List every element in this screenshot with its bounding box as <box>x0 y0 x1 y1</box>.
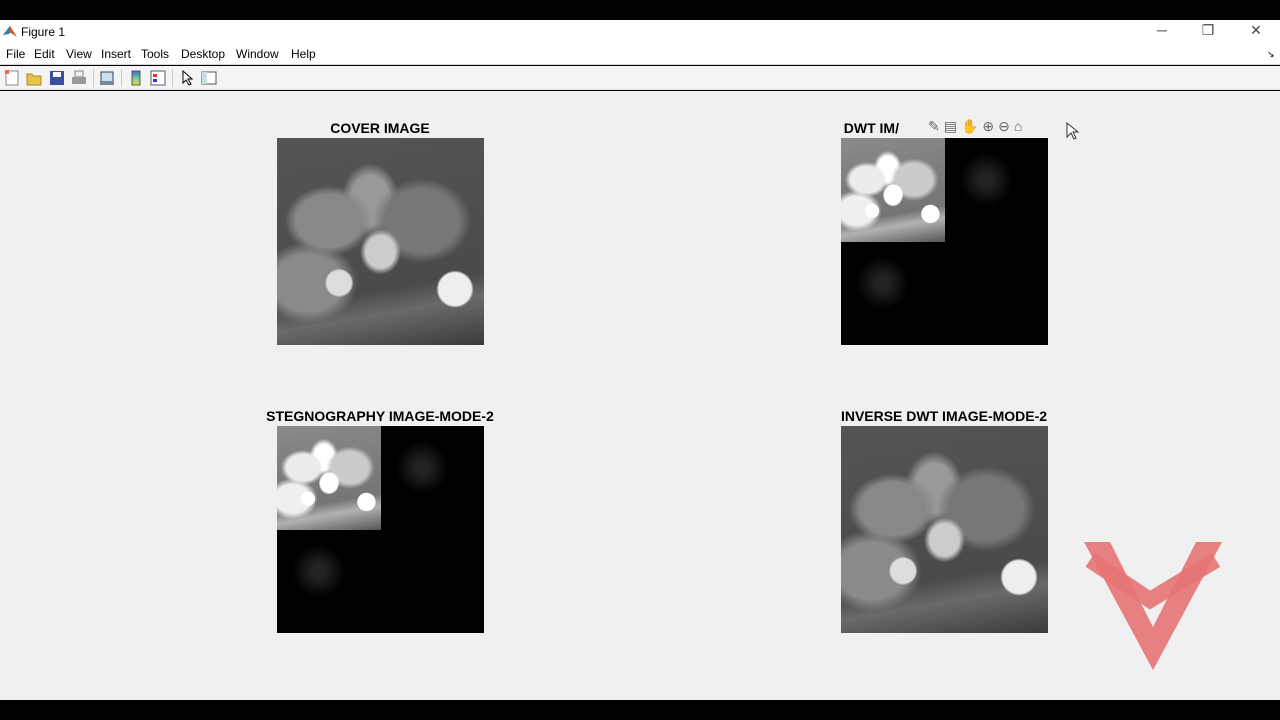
inverse-dwt-image-axes[interactable] <box>841 426 1048 633</box>
menu-tools[interactable]: Tools <box>141 47 169 61</box>
mouse-cursor-icon <box>1066 122 1080 140</box>
menu-bar: File Edit View Insert Tools Desktop Wind… <box>0 44 1280 65</box>
matlab-logo-icon <box>3 26 17 37</box>
close-button[interactable]: ✕ <box>1241 22 1271 39</box>
print-icon[interactable] <box>71 70 87 86</box>
restore-button[interactable]: ❐ <box>1193 22 1223 39</box>
legend-icon[interactable] <box>150 70 166 86</box>
watermark-logo-icon <box>1084 542 1222 670</box>
menu-edit[interactable]: Edit <box>34 47 55 61</box>
cover-image-axes[interactable] <box>277 138 484 345</box>
plot-title-cover: COVER IMAGE <box>330 120 430 136</box>
property-inspector-icon[interactable] <box>201 70 217 86</box>
new-figure-icon[interactable] <box>4 70 20 86</box>
edit-plot-arrow-icon[interactable] <box>179 70 195 86</box>
menu-file[interactable]: File <box>6 47 25 61</box>
menu-view[interactable]: View <box>66 47 92 61</box>
link-plot-icon[interactable] <box>99 70 115 86</box>
toolbar-separator <box>172 69 173 87</box>
menu-insert[interactable]: Insert <box>101 47 131 61</box>
dock-icon[interactable]: ↘ <box>1267 49 1275 60</box>
figure-toolbar <box>0 66 1280 90</box>
axes-toolbar[interactable]: ✎▤✋⊕⊖⌂ <box>928 118 1026 135</box>
dwt-image-axes[interactable] <box>841 138 1048 345</box>
window-title: Figure 1 <box>21 25 66 39</box>
title-bar: Figure 1 ─ ❐ ✕ <box>0 20 1280 44</box>
stego-image-axes[interactable] <box>277 426 484 633</box>
menu-desktop[interactable]: Desktop <box>181 47 225 61</box>
colorbar-icon[interactable] <box>128 70 144 86</box>
save-icon[interactable] <box>49 70 65 86</box>
plot-title-dwt: DWT IM/ <box>843 120 899 136</box>
menu-help[interactable]: Help <box>291 47 316 61</box>
toolbar-separator <box>93 69 94 87</box>
plot-title-stego: STEGNOGRAPHY IMAGE-MODE-2 <box>266 408 494 424</box>
menu-window[interactable]: Window <box>236 47 279 61</box>
minimize-button[interactable]: ─ <box>1147 22 1177 38</box>
plot-title-inverse-dwt: INVERSE DWT IMAGE-MODE-2 <box>840 408 1048 424</box>
toolbar-separator <box>121 69 122 87</box>
open-file-icon[interactable] <box>26 70 42 86</box>
